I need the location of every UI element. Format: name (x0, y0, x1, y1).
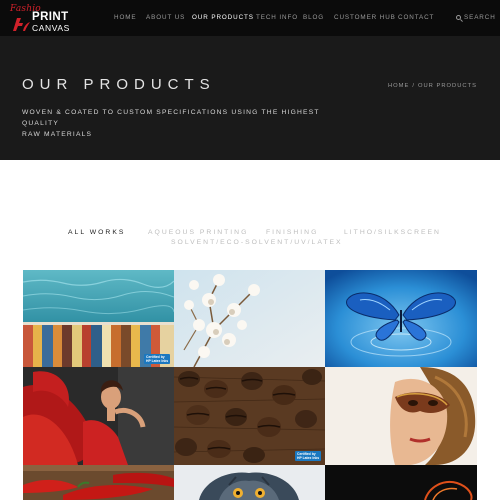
nav-item-contact[interactable]: CONTACT (398, 14, 434, 21)
portfolio-item-pool-deck[interactable]: Certified by HP Latex Inks (23, 270, 174, 367)
portfolio-item-masquerade[interactable] (325, 367, 477, 465)
dark-abstract-image (325, 465, 477, 500)
portfolio-item-coffee-beans[interactable]: Certified by HP Latex Inks (174, 367, 325, 465)
portfolio-item-butterfly[interactable] (325, 270, 477, 367)
page-subtitle: WOVEN & COATED TO CUSTOM SPECIFICATIONS … (22, 107, 332, 140)
portfolio-item-cotton[interactable] (174, 270, 325, 367)
owl-image (174, 465, 325, 500)
filter-aqueous-printing[interactable]: AQUEOUS PRINTING (148, 229, 248, 236)
portfolio-item-chili-peppers[interactable] (23, 465, 174, 500)
nav-item-our-products[interactable]: OUR PRODUCTS (192, 14, 254, 21)
portfolio-item-dark-abstract[interactable] (325, 465, 477, 500)
filter-finishing[interactable]: FINISHING (266, 229, 318, 236)
page-header: OUR PRODUCTS WOVEN & COATED TO CUSTOM SP… (0, 36, 500, 160)
certified-badge: Certified by HP Latex Inks (295, 451, 322, 461)
breadcrumb-current: OUR PRODUCTS (417, 83, 477, 89)
nav-item-blog[interactable]: BLOG (303, 14, 324, 21)
top-navigation-bar: Fashio PRINT CANVAS HOME ABOUT US OUR PR… (0, 0, 500, 36)
search-icon (456, 15, 461, 20)
portfolio-item-red-dress[interactable] (23, 367, 174, 465)
portfolio-item-owl[interactable] (174, 465, 325, 500)
masquerade-image (325, 367, 477, 465)
portfolio-grid: Certified by HP Latex Inks Certified by … (23, 270, 477, 500)
certified-badge-line-2: HP Latex Inks (146, 359, 169, 363)
page-subtitle-line-1: WOVEN & COATED TO CUSTOM SPECIFICATIONS … (22, 109, 320, 127)
page-title: OUR PRODUCTS (22, 76, 216, 93)
logo-canvas-text: CANVAS (32, 23, 70, 33)
filter-all-works[interactable]: ALL WORKS (68, 229, 125, 236)
nav-item-tech-info[interactable]: TECH INFO (256, 14, 298, 21)
search-label: SEARCH (464, 14, 496, 21)
breadcrumb: HOME / OUR PRODUCTS (388, 83, 477, 89)
filter-litho-silkscreen[interactable]: LITHO/SILKSCREEN (344, 229, 441, 236)
nav-item-home[interactable]: HOME (114, 14, 137, 21)
certified-badge: Certified by HP Latex Inks (144, 354, 171, 364)
certified-badge-line-2: HP Latex Inks (297, 456, 320, 460)
butterfly-image (325, 270, 477, 367)
logo-mark-icon (13, 18, 30, 31)
nav-item-customer-hub[interactable]: CUSTOMER HUB (334, 14, 396, 21)
red-dress-image (23, 367, 174, 465)
pool-deck-image (23, 270, 174, 367)
nav-item-about-us[interactable]: ABOUT US (146, 14, 185, 21)
page-subtitle-line-2: RAW MATERIALS (22, 131, 93, 138)
brand-logo[interactable]: Fashio PRINT CANVAS (10, 4, 72, 33)
chili-peppers-image (23, 465, 174, 500)
logo-print-text: PRINT (32, 11, 69, 23)
cotton-image (174, 270, 325, 367)
search-button[interactable]: SEARCH (456, 14, 496, 21)
filter-solvent-eco-solvent-uv-latex[interactable]: SOLVENT/ECO-SOLVENT/UV/LATEX (171, 239, 343, 246)
breadcrumb-separator: / (412, 83, 415, 89)
breadcrumb-home-link[interactable]: HOME (388, 83, 409, 89)
